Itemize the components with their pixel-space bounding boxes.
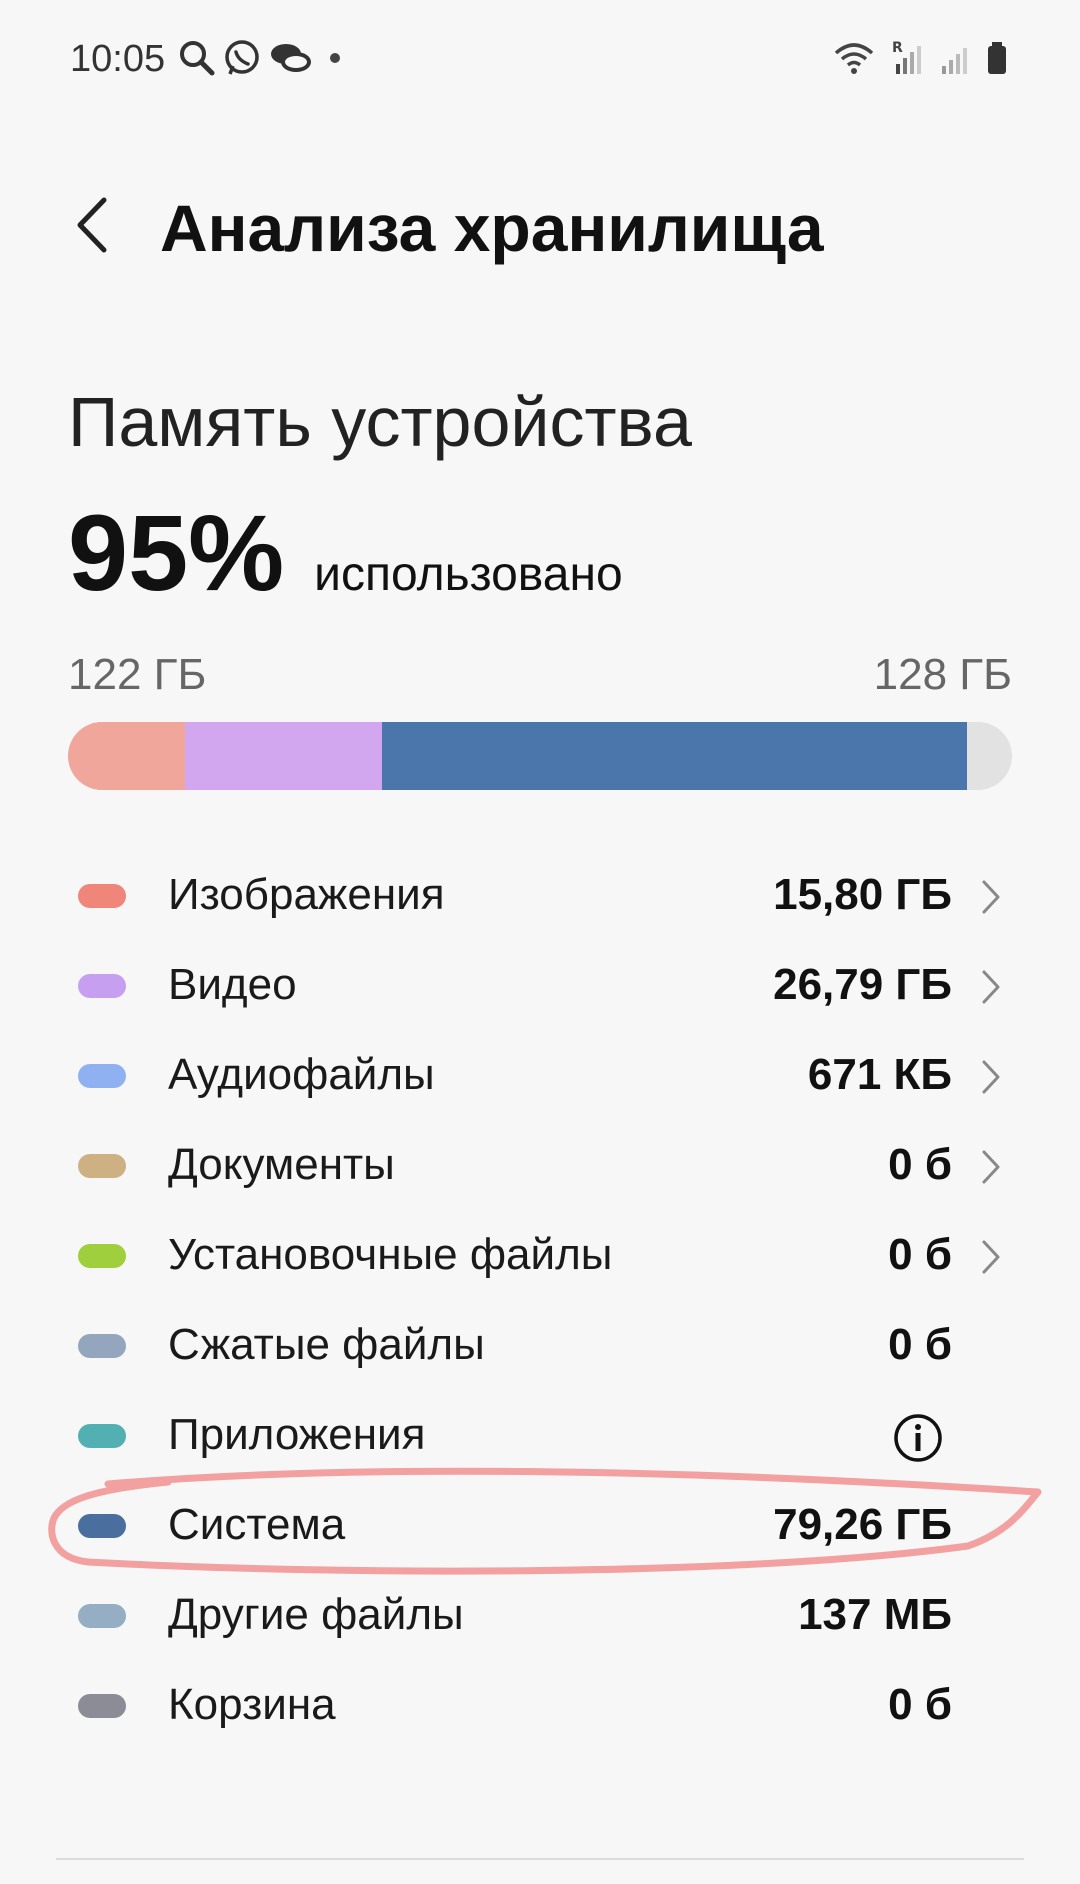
category-size: 137 МБ <box>798 1590 952 1639</box>
category-color-dot <box>78 1334 126 1358</box>
usage-bar-segment-system <box>382 722 967 790</box>
category-label: Приложения <box>168 1410 426 1459</box>
usage-bar-segment-video <box>184 722 383 790</box>
search-icon <box>180 41 215 76</box>
category-color-dot <box>78 1244 126 1268</box>
category-color-dot <box>78 974 126 998</box>
wifi-icon <box>834 43 874 74</box>
category-row[interactable]: Документы 0 б <box>0 1122 1080 1212</box>
category-color-dot <box>78 1064 126 1088</box>
category-color-dot <box>78 1514 126 1538</box>
chat-bubbles-icon <box>271 44 311 72</box>
chevron-left-icon[interactable] <box>62 190 122 260</box>
usage-percent-label: использовано <box>314 548 623 601</box>
usage-percent: 95% <box>68 492 285 613</box>
category-size: 0 б <box>888 1140 952 1189</box>
category-color-dot <box>78 1604 126 1628</box>
chevron-right-icon[interactable] <box>980 878 1002 916</box>
category-size: 79,26 ГБ <box>773 1500 952 1549</box>
info-icon[interactable] <box>892 1412 944 1464</box>
category-row[interactable]: Аудиофайлы 671 КБ <box>0 1032 1080 1122</box>
status-time: 10:05 <box>70 38 166 80</box>
chevron-right-icon[interactable] <box>980 1238 1002 1276</box>
status-bar: 10:05 R <box>0 0 1080 120</box>
category-list: Изображения 15,80 ГБ Видео 26,79 ГБ Аудиофай… <box>0 852 1080 1752</box>
category-row: Приложения <box>0 1392 1080 1482</box>
category-size: 671 КБ <box>807 1050 952 1099</box>
page-title: Анализа хранилища <box>160 191 824 265</box>
chevron-right-icon[interactable] <box>980 1058 1002 1096</box>
whatsapp-icon <box>225 40 259 75</box>
category-row: Сжатые файлы 0 б <box>0 1302 1080 1392</box>
status-icons-left <box>178 38 350 78</box>
category-size: 15,80 ГБ <box>773 870 952 919</box>
category-label: Документы <box>168 1140 395 1189</box>
storage-usage-bar <box>68 722 1012 790</box>
signal-icon <box>942 48 967 74</box>
status-icons-right: R <box>832 38 1008 78</box>
category-label: Видео <box>168 960 297 1009</box>
category-size: 0 б <box>888 1680 952 1729</box>
category-color-dot <box>78 1154 126 1178</box>
section-title: Память устройства <box>68 383 692 461</box>
category-label: Установочные файлы <box>168 1230 613 1279</box>
category-size: 0 б <box>888 1320 952 1369</box>
category-label: Другие файлы <box>168 1590 464 1639</box>
category-label: Изображения <box>168 870 445 919</box>
chevron-right-icon[interactable] <box>980 1148 1002 1186</box>
category-row: Другие файлы 137 МБ <box>0 1572 1080 1662</box>
category-row: Система 79,26 ГБ <box>0 1482 1080 1572</box>
divider <box>56 1858 1024 1860</box>
category-color-dot <box>78 884 126 908</box>
category-color-dot <box>78 1424 126 1448</box>
category-size: 26,79 ГБ <box>773 960 952 1009</box>
category-row[interactable]: Видео 26,79 ГБ <box>0 942 1080 1032</box>
category-row: Корзина 0 б <box>0 1662 1080 1752</box>
used-storage-label: 122 ГБ <box>68 650 207 699</box>
category-label: Система <box>168 1500 346 1549</box>
category-label: Корзина <box>168 1680 336 1729</box>
category-row[interactable]: Изображения 15,80 ГБ <box>0 852 1080 942</box>
category-label: Аудиофайлы <box>168 1050 435 1099</box>
total-storage-label: 128 ГБ <box>873 650 1012 699</box>
svg-text:R: R <box>892 40 903 56</box>
category-color-dot <box>78 1694 126 1718</box>
notification-dot-icon <box>330 53 340 63</box>
usage-summary: 95% использовано <box>68 490 623 615</box>
battery-icon <box>988 42 1006 74</box>
category-size: 0 б <box>888 1230 952 1279</box>
usage-bar-segment-images <box>68 722 185 790</box>
chevron-right-icon[interactable] <box>980 968 1002 1006</box>
category-row[interactable]: Установочные файлы 0 б <box>0 1212 1080 1302</box>
category-label: Сжатые файлы <box>168 1320 485 1369</box>
signal-roaming-icon: R <box>892 40 921 74</box>
